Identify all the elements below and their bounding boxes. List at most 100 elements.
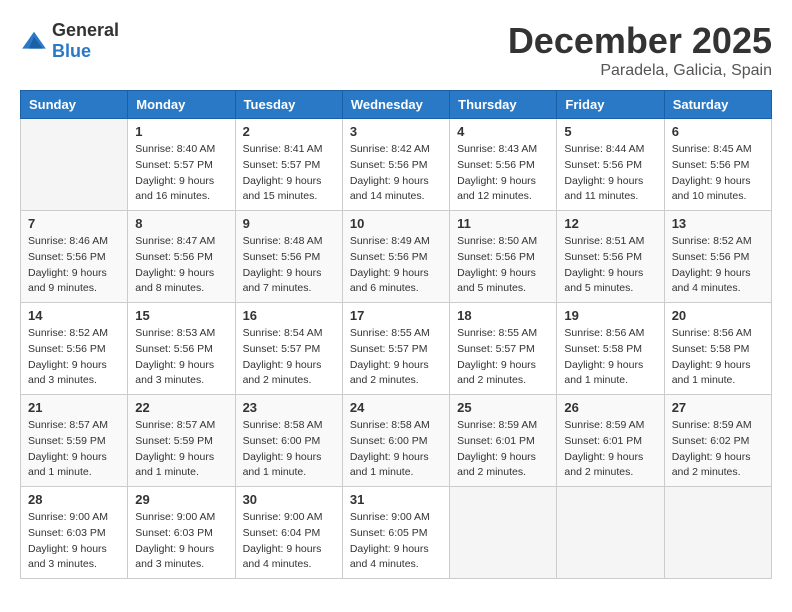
day-cell: 1Sunrise: 8:40 AMSunset: 5:57 PMDaylight… [128,119,235,211]
day-info: Sunrise: 9:00 AMSunset: 6:04 PMDaylight:… [243,510,335,573]
week-row-5: 28 Sunrise: 9:00 AMSunset: 6:03 PMDayligh… [21,487,772,579]
day-number: 9 [243,216,335,231]
location-title: Paradela, Galicia, Spain [508,62,772,80]
weekday-header-tuesday: Tuesday [235,91,342,119]
day-cell: 19Sunrise: 8:56 AMSunset: 5:58 PMDayligh… [557,303,664,395]
day-number: 10 [350,216,442,231]
day-cell: 30Sunrise: 9:00 AMSunset: 6:04 PMDayligh… [235,487,342,579]
day-number: 6 [672,124,764,139]
day-number: 31 [350,492,442,507]
day-number: 18 [457,308,549,323]
week-row-1: 1Sunrise: 8:40 AMSunset: 5:57 PMDaylight… [21,119,772,211]
day-number: 4 [457,124,549,139]
day-cell: 18 Sunrise: 8:55 AMSunset: 5:57 PMDayligh… [450,303,557,395]
day-number: 15 [135,308,227,323]
day-info: Sunrise: 8:48 AMSunset: 5:56 PMDaylight:… [243,234,335,297]
day-cell: 3Sunrise: 8:42 AMSunset: 5:56 PMDaylight… [342,119,449,211]
day-cell: 28 Sunrise: 9:00 AMSunset: 6:03 PMDayligh… [21,487,128,579]
day-cell: 20Sunrise: 8:56 AMSunset: 5:58 PMDayligh… [664,303,771,395]
day-info: Sunrise: 8:58 AMSunset: 6:00 PMDaylight:… [350,418,442,481]
day-cell [450,487,557,579]
day-cell: 2 Sunrise: 8:41 AMSunset: 5:57 PMDaylight… [235,119,342,211]
day-number: 7 [28,216,120,231]
day-cell: 23 Sunrise: 8:58 AMSunset: 6:00 PMDayligh… [235,395,342,487]
day-info: Sunrise: 8:55 AMSunset: 5:57 PMDaylight:… [350,326,442,389]
day-number: 19 [564,308,656,323]
day-number: 26 [564,400,656,415]
day-cell: 13 Sunrise: 8:52 AMSunset: 5:56 PMDayligh… [664,211,771,303]
day-number: 24 [350,400,442,415]
day-number: 11 [457,216,549,231]
day-info: Sunrise: 8:53 AMSunset: 5:56 PMDaylight:… [135,326,227,389]
day-cell: 31Sunrise: 9:00 AMSunset: 6:05 PMDayligh… [342,487,449,579]
weekday-header-wednesday: Wednesday [342,91,449,119]
logo-text: General Blue [52,20,119,62]
day-number: 21 [28,400,120,415]
day-cell: 9 Sunrise: 8:48 AMSunset: 5:56 PMDaylight… [235,211,342,303]
day-info: Sunrise: 8:59 AMSunset: 6:02 PMDaylight:… [672,418,764,481]
calendar-body: 1Sunrise: 8:40 AMSunset: 5:57 PMDaylight… [21,119,772,579]
day-info: Sunrise: 8:52 AMSunset: 5:56 PMDaylight:… [28,326,120,389]
day-number: 17 [350,308,442,323]
day-number: 20 [672,308,764,323]
month-title: December 2025 [508,20,772,62]
day-cell [21,119,128,211]
day-cell [557,487,664,579]
logo-general: General [52,20,119,40]
day-info: Sunrise: 9:00 AMSunset: 6:03 PMDaylight:… [28,510,120,573]
day-cell: 14 Sunrise: 8:52 AMSunset: 5:56 PMDayligh… [21,303,128,395]
day-cell: 21 Sunrise: 8:57 AMSunset: 5:59 PMDayligh… [21,395,128,487]
day-cell: 5Sunrise: 8:44 AMSunset: 5:56 PMDaylight… [557,119,664,211]
day-info: Sunrise: 8:54 AMSunset: 5:57 PMDaylight:… [243,326,335,389]
day-number: 22 [135,400,227,415]
day-number: 12 [564,216,656,231]
week-row-4: 21 Sunrise: 8:57 AMSunset: 5:59 PMDayligh… [21,395,772,487]
day-number: 28 [28,492,120,507]
day-info: Sunrise: 8:45 AMSunset: 5:56 PMDaylight:… [672,142,764,205]
day-info: Sunrise: 8:52 AMSunset: 5:56 PMDaylight:… [672,234,764,297]
day-cell: 7 Sunrise: 8:46 AMSunset: 5:56 PMDaylight… [21,211,128,303]
weekday-header-thursday: Thursday [450,91,557,119]
weekday-header-friday: Friday [557,91,664,119]
day-info: Sunrise: 8:57 AMSunset: 5:59 PMDaylight:… [135,418,227,481]
weekday-header-sunday: Sunday [21,91,128,119]
day-number: 29 [135,492,227,507]
day-info: Sunrise: 8:46 AMSunset: 5:56 PMDaylight:… [28,234,120,297]
day-cell: 29Sunrise: 9:00 AMSunset: 6:03 PMDayligh… [128,487,235,579]
week-row-2: 7 Sunrise: 8:46 AMSunset: 5:56 PMDaylight… [21,211,772,303]
day-info: Sunrise: 8:43 AMSunset: 5:56 PMDaylight:… [457,142,549,205]
day-info: Sunrise: 8:40 AMSunset: 5:57 PMDaylight:… [135,142,227,205]
week-row-3: 14 Sunrise: 8:52 AMSunset: 5:56 PMDayligh… [21,303,772,395]
day-cell: 15 Sunrise: 8:53 AMSunset: 5:56 PMDayligh… [128,303,235,395]
weekday-row: SundayMondayTuesdayWednesdayThursdayFrid… [21,91,772,119]
day-number: 25 [457,400,549,415]
day-info: Sunrise: 8:57 AMSunset: 5:59 PMDaylight:… [28,418,120,481]
day-cell: 27 Sunrise: 8:59 AMSunset: 6:02 PMDayligh… [664,395,771,487]
day-info: Sunrise: 8:44 AMSunset: 5:56 PMDaylight:… [564,142,656,205]
day-cell: 10 Sunrise: 8:49 AMSunset: 5:56 PMDayligh… [342,211,449,303]
weekday-header-monday: Monday [128,91,235,119]
logo: General Blue [20,20,119,62]
weekday-header-saturday: Saturday [664,91,771,119]
day-cell [664,487,771,579]
day-number: 27 [672,400,764,415]
day-info: Sunrise: 8:41 AMSunset: 5:57 PMDaylight:… [243,142,335,205]
day-number: 2 [243,124,335,139]
day-number: 14 [28,308,120,323]
calendar-header: SundayMondayTuesdayWednesdayThursdayFrid… [21,91,772,119]
day-info: Sunrise: 8:49 AMSunset: 5:56 PMDaylight:… [350,234,442,297]
day-number: 13 [672,216,764,231]
day-cell: 17 Sunrise: 8:55 AMSunset: 5:57 PMDayligh… [342,303,449,395]
day-cell: 25Sunrise: 8:59 AMSunset: 6:01 PMDayligh… [450,395,557,487]
day-number: 23 [243,400,335,415]
day-number: 8 [135,216,227,231]
day-cell: 12Sunrise: 8:51 AMSunset: 5:56 PMDayligh… [557,211,664,303]
day-cell: 16 Sunrise: 8:54 AMSunset: 5:57 PMDayligh… [235,303,342,395]
day-info: Sunrise: 8:58 AMSunset: 6:00 PMDaylight:… [243,418,335,481]
day-cell: 11Sunrise: 8:50 AMSunset: 5:56 PMDayligh… [450,211,557,303]
day-number: 3 [350,124,442,139]
day-cell: 26Sunrise: 8:59 AMSunset: 6:01 PMDayligh… [557,395,664,487]
day-number: 16 [243,308,335,323]
day-info: Sunrise: 8:55 AMSunset: 5:57 PMDaylight:… [457,326,549,389]
title-section: December 2025 Paradela, Galicia, Spain [508,20,772,80]
